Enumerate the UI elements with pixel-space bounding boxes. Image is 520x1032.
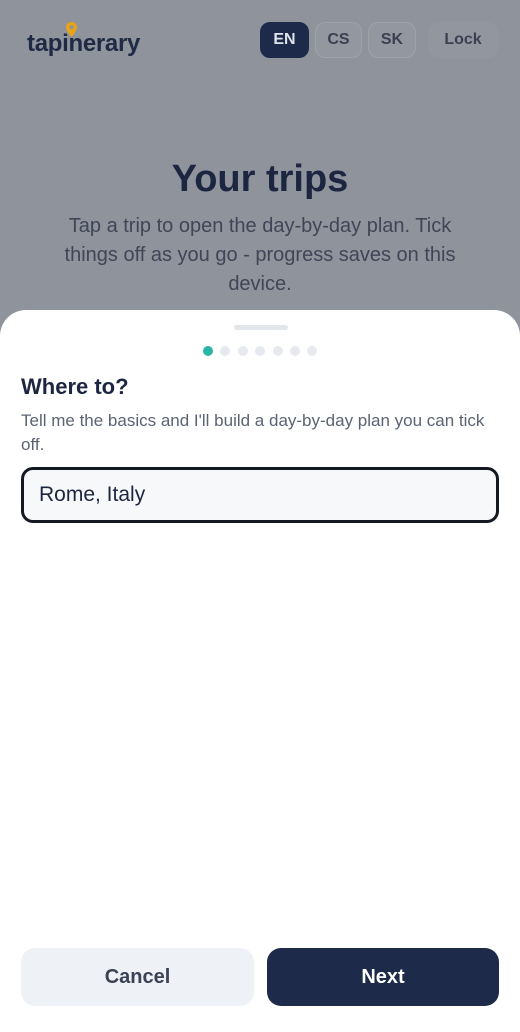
question-title: Where to? xyxy=(21,374,129,399)
app-screen: tapinerary EN CS SK Lock Your trips Tap … xyxy=(0,0,520,1032)
question-help-text: Tell me the basics and I'll build a day-… xyxy=(21,411,485,454)
new-trip-sheet: Where to? Tell me the basics and I'll bu… xyxy=(0,310,520,1032)
next-button[interactable]: Next xyxy=(267,948,499,1006)
step-dot-1 xyxy=(203,346,213,356)
step-dot-2 xyxy=(220,346,230,356)
language-cs-button[interactable]: CS xyxy=(315,22,362,58)
language-en-button[interactable]: EN xyxy=(260,22,309,58)
location-pin-icon xyxy=(66,22,77,37)
cancel-button[interactable]: Cancel xyxy=(21,948,254,1006)
page-title: Your trips xyxy=(171,158,349,200)
destination-input[interactable] xyxy=(21,467,499,523)
sheet-drag-handle[interactable] xyxy=(234,325,288,330)
step-dot-4 xyxy=(255,346,265,356)
top-bar: tapinerary EN CS SK Lock xyxy=(0,0,520,80)
step-dot-6 xyxy=(290,346,300,356)
step-dot-7 xyxy=(307,346,317,356)
step-dot-5 xyxy=(273,346,283,356)
page-subtitle: Tap a trip to open the day-by-day plan. … xyxy=(64,215,456,295)
step-dot-3 xyxy=(238,346,248,356)
lock-button[interactable]: Lock xyxy=(428,22,498,58)
app-logo: tapinerary xyxy=(27,30,141,57)
language-sk-button[interactable]: SK xyxy=(368,22,416,58)
